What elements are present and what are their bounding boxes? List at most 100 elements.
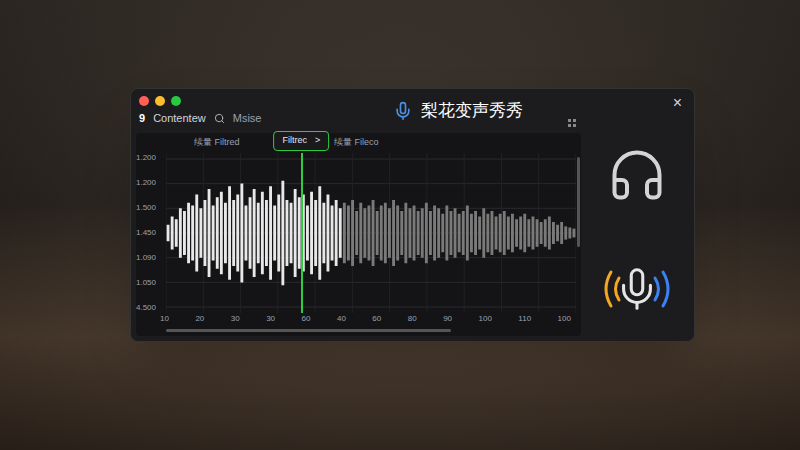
grid-line bbox=[166, 183, 576, 184]
waveform-bar bbox=[220, 192, 223, 275]
window-control-dot[interactable] bbox=[139, 96, 149, 106]
grid-line bbox=[426, 153, 427, 313]
waveform-bar bbox=[400, 211, 403, 255]
sound-waves-icon bbox=[597, 254, 677, 324]
waveform-bar bbox=[281, 181, 284, 286]
waveform-bar bbox=[445, 206, 448, 261]
x-tick: 60 bbox=[302, 315, 311, 323]
plot-row: 1.2001.2001.5001.4501.0901.0504.500Filtr… bbox=[136, 153, 581, 313]
waveform-bar bbox=[515, 219, 518, 247]
app-name[interactable]: Contentew bbox=[153, 110, 206, 127]
waveform-bar bbox=[429, 211, 432, 255]
chart-header: 续量 Filtred续量 Fileco bbox=[136, 133, 581, 153]
x-tick: 100 bbox=[479, 315, 492, 323]
grid-icon[interactable] bbox=[568, 119, 576, 127]
waveform-bar bbox=[380, 206, 383, 261]
waveform-bar bbox=[208, 189, 211, 277]
grid-line bbox=[240, 153, 241, 313]
waveform-bar bbox=[454, 208, 457, 258]
waveform-bar bbox=[269, 186, 272, 280]
waveform-bar bbox=[388, 208, 391, 258]
grid-line bbox=[166, 257, 576, 258]
waveform-bar bbox=[179, 208, 182, 258]
grid-line bbox=[166, 153, 167, 313]
y-tick: 1.050 bbox=[136, 279, 166, 287]
waveform-bar bbox=[224, 203, 227, 264]
x-tick: 20 bbox=[195, 315, 204, 323]
waveform-bar bbox=[265, 200, 268, 266]
waveform-bar bbox=[573, 229, 576, 238]
x-tick: 30 bbox=[231, 315, 240, 323]
waveform-bar bbox=[372, 200, 375, 266]
waveform-bar bbox=[327, 195, 330, 272]
waveform-bar bbox=[433, 206, 436, 261]
waveform-bar bbox=[359, 203, 362, 264]
title-group: 梨花变声秀秀 bbox=[309, 98, 686, 124]
waveform-bar bbox=[392, 200, 395, 266]
waveform-bar bbox=[347, 206, 350, 261]
waveform-bar bbox=[368, 206, 371, 261]
waveform-bar bbox=[409, 208, 412, 258]
grid-line bbox=[464, 153, 465, 313]
vertical-scrollbar[interactable] bbox=[577, 157, 580, 247]
chart-panel: 续量 Filtred续量 Fileco1.2001.2001.5001.4501… bbox=[136, 133, 581, 336]
horizontal-scrollbar[interactable] bbox=[166, 329, 451, 332]
waveform-bar bbox=[171, 217, 174, 250]
waveform-bar bbox=[363, 208, 366, 258]
waveform-bar bbox=[343, 203, 346, 264]
grid-line bbox=[315, 153, 316, 313]
x-axis: 102030306040608090100110100 bbox=[136, 313, 581, 323]
waveform-bar bbox=[564, 226, 567, 239]
plot-area[interactable]: Filtrec> bbox=[166, 153, 576, 313]
waveform-bar bbox=[376, 211, 379, 255]
waveform-bar bbox=[236, 195, 239, 272]
grid-line bbox=[352, 153, 353, 313]
waveform-bar bbox=[240, 184, 243, 283]
waveform-bar bbox=[560, 222, 563, 244]
waveform-bar bbox=[568, 228, 571, 239]
waveform-bar bbox=[532, 217, 535, 250]
waveform-bar bbox=[413, 206, 416, 261]
close-button[interactable]: × bbox=[669, 95, 686, 111]
waveform-bar bbox=[175, 219, 178, 247]
waveform-bar bbox=[286, 200, 289, 266]
waveform-bar bbox=[195, 195, 198, 272]
microphone-icon[interactable] bbox=[597, 254, 677, 324]
waveform-bar bbox=[417, 211, 420, 255]
waveform-bar bbox=[552, 222, 555, 244]
mic-icon bbox=[614, 266, 660, 312]
x-tick: 100 bbox=[558, 315, 571, 323]
waveform-bar bbox=[249, 197, 252, 269]
waveform-chart bbox=[166, 153, 576, 313]
waveform-bar bbox=[425, 203, 428, 264]
playhead[interactable] bbox=[301, 153, 303, 313]
search-field[interactable]: Msise bbox=[233, 110, 262, 127]
waveform-bar bbox=[232, 200, 235, 266]
waveform-bar bbox=[167, 225, 170, 242]
waveform-bar bbox=[187, 203, 190, 264]
window-control-dot[interactable] bbox=[155, 96, 165, 106]
left-group: 9 Contentew Msise bbox=[139, 96, 309, 127]
waveform-bar bbox=[351, 200, 354, 266]
waveform-bar bbox=[536, 219, 539, 247]
waveform-bar bbox=[404, 203, 407, 264]
side-panel bbox=[585, 133, 689, 336]
y-tick: 1.200 bbox=[136, 154, 166, 162]
app-logo: 9 bbox=[139, 110, 145, 127]
waveform-bar bbox=[548, 217, 551, 250]
chart-label-right: 续量 Fileco bbox=[334, 136, 379, 150]
waveform-bar bbox=[437, 208, 440, 258]
waveform-bar bbox=[462, 211, 465, 255]
headphones-icon[interactable] bbox=[607, 145, 667, 205]
waveform-bar bbox=[355, 211, 358, 255]
waveform-bar bbox=[199, 208, 202, 258]
window-control-dot[interactable] bbox=[171, 96, 181, 106]
waveform-bar bbox=[458, 214, 461, 253]
grid-line bbox=[166, 233, 576, 234]
waveform-bar bbox=[335, 200, 338, 266]
tooltip-arrow: > bbox=[315, 134, 320, 148]
waveform-bar bbox=[396, 206, 399, 261]
grid-line bbox=[501, 153, 502, 313]
x-tick: 90 bbox=[443, 315, 452, 323]
waveform-bar bbox=[318, 186, 321, 280]
